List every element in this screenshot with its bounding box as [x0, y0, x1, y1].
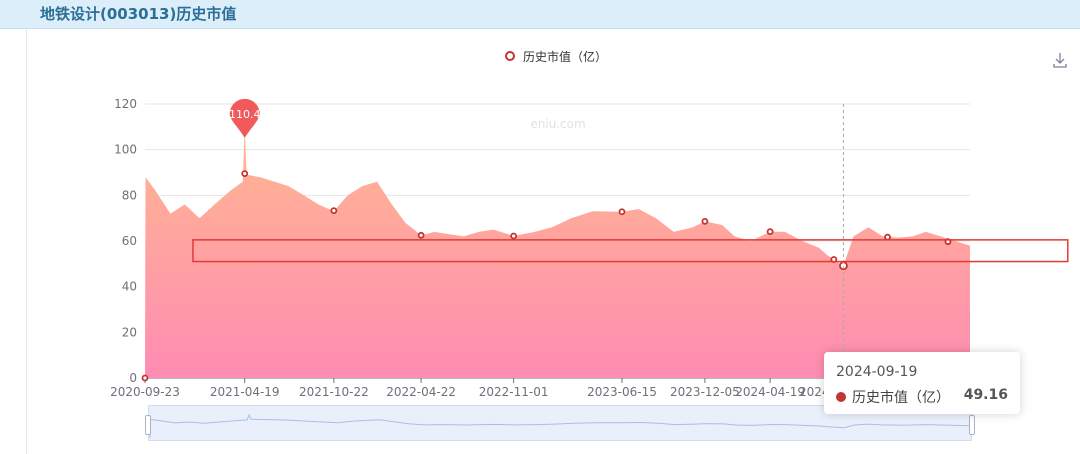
y-tick-label: 40 [122, 280, 137, 294]
tooltip-date: 2024-09-19 [836, 364, 918, 380]
tooltip-series-label: 历史市值（亿） [852, 390, 950, 406]
x-tick-label: 2023-06-15 [587, 385, 657, 399]
data-point [417, 231, 425, 239]
legend-circle-icon [505, 51, 515, 61]
data-point [141, 374, 149, 382]
data-point [884, 233, 891, 241]
x-tick-label: 2023-12-05 [670, 385, 740, 399]
tooltip-value: 49.16 [963, 387, 1008, 403]
y-tick-label: 20 [122, 325, 137, 339]
x-tick-label: 2021-10-22 [299, 385, 369, 399]
data-point [241, 170, 249, 178]
x-tick-label: 2024-04-19 [735, 385, 805, 399]
x-tick-label: 2021-04-19 [210, 385, 280, 399]
area-series [145, 125, 970, 379]
y-tick-label: 60 [122, 234, 137, 248]
data-point [330, 207, 338, 215]
x-tick-label: 2022-04-22 [386, 385, 456, 399]
y-tick-label: 100 [114, 143, 137, 157]
legend-item[interactable]: 历史市值（亿） [505, 47, 607, 65]
data-point [701, 217, 709, 225]
x-tick-label: 2020-09-23 [110, 385, 180, 399]
y-tick-label: 0 [129, 371, 137, 385]
y-tick-label: 80 [122, 188, 137, 202]
x-tick-label: 2022-11-01 [479, 385, 549, 399]
data-point [766, 228, 774, 236]
data-point [510, 232, 518, 240]
data-point [618, 208, 626, 216]
watermark: eniu.com [530, 117, 585, 131]
y-tick-label: 120 [114, 97, 137, 111]
zoom-handle-right[interactable] [969, 415, 975, 435]
tooltip-series-dot [836, 392, 846, 402]
zoom-handle-left[interactable] [145, 415, 151, 435]
download-icon[interactable] [1052, 52, 1068, 68]
tooltip: 2024-09-19 历史市值（亿） 49.16 [824, 352, 1020, 414]
max-pin-label: 110.4 [229, 108, 261, 121]
legend-label: 历史市值（亿） [523, 49, 608, 64]
